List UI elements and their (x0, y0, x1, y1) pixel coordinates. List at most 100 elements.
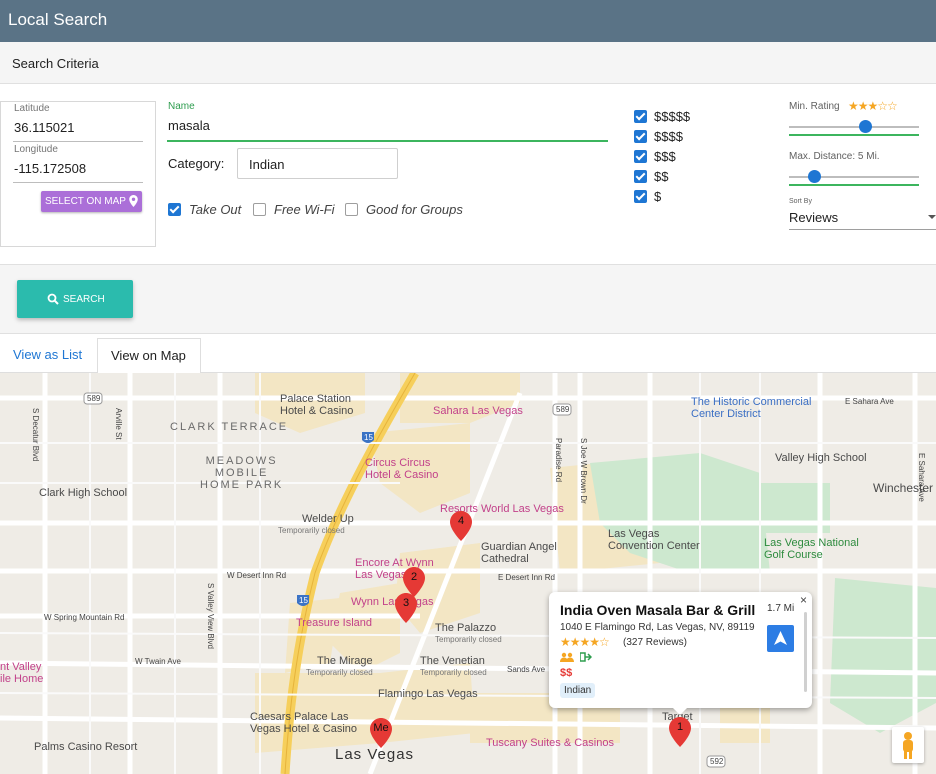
map-label-lv-convention[interactable]: Las Vegas Convention Center (608, 528, 700, 552)
map-marker-3[interactable]: 3 (395, 593, 417, 623)
chevron-down-icon[interactable] (928, 215, 936, 219)
street-arville: Arville St (114, 408, 123, 440)
latitude-label: Latitude (14, 103, 50, 114)
price-4-checkbox[interactable] (634, 130, 647, 143)
min-rating-track[interactable] (789, 126, 919, 128)
min-rating-label: Min. Rating (789, 101, 840, 112)
place-rating-stars: ★★★★☆ (560, 635, 610, 649)
map-label-wynn[interactable]: Wynn Las Vegas (351, 596, 433, 608)
price-1-checkbox[interactable] (634, 190, 647, 203)
sort-underline (789, 229, 936, 230)
good-for-groups-checkbox[interactable] (345, 203, 358, 216)
longitude-underline (13, 182, 143, 183)
map-label-caesars[interactable]: Caesars Palace Las Vegas Hotel & Casino (250, 711, 357, 735)
info-window-tail (671, 706, 689, 715)
longitude-label: Longitude (14, 144, 58, 155)
category-value: Indian (249, 157, 285, 172)
map-label-palace-station[interactable]: Palace Station Hotel & Casino (280, 393, 353, 417)
close-icon[interactable]: × (800, 593, 807, 607)
map-label-welder-up-closed: Temporarily closed (278, 526, 345, 535)
map-base (0, 373, 936, 774)
search-icon (47, 293, 59, 305)
map-label-mirage[interactable]: The Mirage (317, 655, 373, 667)
street-e-sahara: E Sahara Ave (845, 397, 894, 406)
select-on-map-button[interactable]: SELECT ON MAP (41, 191, 142, 212)
map-label-lv-national-golf[interactable]: Las Vegas National Golf Course (764, 537, 859, 561)
longitude-field[interactable]: -115.172508 (14, 161, 86, 176)
street-valley-view: S Valley View Blvd (206, 583, 215, 649)
price-3-checkbox[interactable] (634, 150, 647, 163)
search-button-label: SEARCH (63, 294, 105, 305)
street-view-pegman-button[interactable] (892, 727, 924, 763)
latitude-underline (13, 141, 143, 142)
map-label-valley-high[interactable]: Valley High School (775, 452, 867, 464)
take-out-checkbox[interactable] (168, 203, 181, 216)
shield-589-a: 589 (87, 394, 101, 403)
name-underline (167, 140, 608, 142)
map-label-circus-circus[interactable]: Circus Circus Hotel & Casino (365, 457, 438, 481)
free-wifi-checkbox[interactable] (253, 203, 266, 216)
map-marker-1[interactable]: 1 (669, 717, 691, 747)
marker-3-label: 3 (402, 597, 410, 609)
map-label-clark-high[interactable]: Clark High School (39, 487, 127, 499)
location-box: Latitude 36.115021 Longitude -115.172508… (0, 101, 156, 247)
map-view[interactable]: Palace Station Hotel & Casino Sahara Las … (0, 373, 936, 774)
shield-592: 592 (710, 757, 724, 766)
place-address: 1040 E Flamingo Rd, Las Vegas, NV, 89119 (560, 622, 755, 633)
price-3-label: $$$ (654, 149, 676, 164)
map-label-valley-home: nt Valley ile Home (0, 661, 44, 685)
map-label-guardian-angel[interactable]: Guardian Angel Cathedral (481, 541, 557, 565)
take-out-icon (580, 652, 592, 662)
category-input[interactable]: Indian (237, 148, 398, 179)
place-info-window[interactable]: India Oven Masala Bar & Grill 1.7 Mi × 1… (549, 592, 812, 715)
sort-by-select[interactable]: Reviews (789, 210, 838, 225)
map-label-venetian[interactable]: The Venetian (420, 655, 485, 667)
street-twain: W Twain Ave (135, 657, 181, 666)
map-label-welder-up[interactable]: Welder Up (302, 513, 354, 525)
good-for-groups-label: Good for Groups (366, 202, 463, 217)
map-label-venetian-closed: Temporarily closed (420, 668, 487, 677)
map-label-tuscany[interactable]: Tuscany Suites & Casinos (486, 737, 614, 749)
price-5-checkbox[interactable] (634, 110, 647, 123)
place-category-tag: Indian (560, 683, 596, 698)
directions-button[interactable] (767, 625, 794, 652)
tab-view-as-list[interactable]: View as List (13, 347, 82, 362)
take-out-label: Take Out (189, 202, 242, 217)
max-distance-slider-thumb[interactable] (808, 170, 821, 183)
street-e-sahara-right: E Sahara Ave (917, 453, 926, 502)
map-label-palms[interactable]: Palms Casino Resort (34, 741, 137, 753)
map-label-treasure-island[interactable]: Treasure Island (296, 617, 372, 629)
latitude-field[interactable]: 36.115021 (14, 120, 75, 135)
map-label-flamingo[interactable]: Flamingo Las Vegas (378, 688, 478, 700)
select-on-map-label: SELECT ON MAP (45, 196, 126, 207)
map-label-clark-terrace: CLARK TERRACE (170, 421, 289, 433)
search-criteria-header[interactable]: Search Criteria (0, 42, 936, 84)
map-marker-me[interactable]: Me (370, 718, 392, 748)
marker-4-label: 4 (457, 515, 465, 527)
shield-i15-a: 15 (364, 433, 373, 442)
marker-1-label: 1 (676, 721, 684, 733)
map-label-palazzo[interactable]: The Palazzo (435, 622, 496, 634)
map-label-mirage-closed: Temporarily closed (306, 668, 373, 677)
sort-by-label: Sort By (789, 198, 812, 205)
tab-view-on-map-label: View on Map (111, 348, 186, 363)
map-label-sahara[interactable]: Sahara Las Vegas (433, 405, 523, 417)
street-w-desert-inn: W Desert Inn Rd (227, 571, 287, 580)
place-distance: 1.7 Mi (767, 603, 795, 614)
price-2-checkbox[interactable] (634, 170, 647, 183)
tab-view-on-map[interactable]: View on Map (97, 338, 201, 373)
map-pin-icon (129, 195, 138, 207)
map-label-historic-commercial[interactable]: The Historic Commercial Center District (691, 396, 811, 420)
place-name: India Oven Masala Bar & Grill (560, 602, 756, 618)
search-criteria-panel: Latitude 36.115021 Longitude -115.172508… (0, 84, 936, 265)
app-bar: Local Search (0, 0, 936, 42)
info-window-scrollbar[interactable] (804, 612, 807, 692)
min-rating-slider-thumb[interactable] (859, 120, 872, 133)
search-button[interactable]: SEARCH (17, 280, 133, 318)
marker-me-label: Me (373, 722, 389, 734)
map-label-meadows-mobile: MEADOWS MOBILE HOME PARK (200, 455, 284, 491)
max-distance-underline (789, 184, 919, 186)
name-input[interactable]: masala (168, 118, 210, 133)
shield-589-b: 589 (556, 405, 570, 414)
map-marker-4[interactable]: 4 (450, 511, 472, 541)
